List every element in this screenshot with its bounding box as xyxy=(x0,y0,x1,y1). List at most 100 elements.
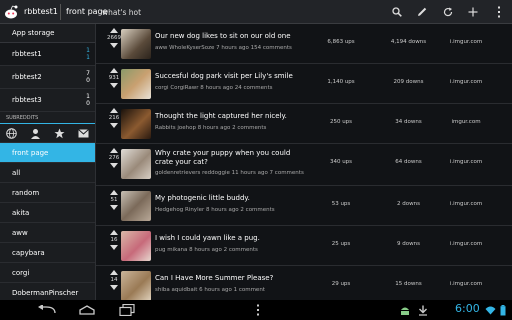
post-ups: 25 ups xyxy=(331,241,351,247)
post-downs: 2 downs xyxy=(397,201,420,207)
post-title[interactable]: Thought the light captured her nicely. xyxy=(155,112,287,120)
account-count-top: 1 xyxy=(86,93,90,100)
downvote-arrow-icon[interactable] xyxy=(110,163,118,168)
post-feed: 2669 Our new dog likes to sit on our old… xyxy=(96,24,512,300)
subreddit-item-capybara[interactable]: capybara xyxy=(0,243,95,263)
post-thumbnail[interactable] xyxy=(121,231,151,261)
account-count-bottom: 0 xyxy=(86,100,90,107)
post-row[interactable]: 51 My photogenic little buddy. Hedgehog … xyxy=(96,186,512,226)
reddit-alien-logo-icon[interactable] xyxy=(3,4,19,20)
post-ups: 29 ups xyxy=(331,281,351,287)
compose-pencil-icon[interactable] xyxy=(414,4,430,20)
post-downs: 4,194 downs xyxy=(390,39,427,45)
post-domain: imgur.com xyxy=(451,119,481,125)
post-downs: 64 downs xyxy=(395,159,422,165)
back-icon[interactable] xyxy=(35,303,59,317)
post-row[interactable]: 2669 Our new dog likes to sit on our old… xyxy=(96,24,512,64)
post-meta: Rabbits joehop 8 hours ago 2 comments xyxy=(155,125,267,131)
account-count-bottom: 0 xyxy=(86,77,90,84)
post-row[interactable]: 16 I wish I could yawn like a pug. pug m… xyxy=(96,226,512,266)
user-profile-icon[interactable] xyxy=(30,128,41,139)
add-icon[interactable] xyxy=(465,4,481,20)
post-ups: 6,863 ups xyxy=(327,39,355,45)
post-domain: i.imgur.com xyxy=(449,79,483,85)
subreddit-item-corgi[interactable]: corgi xyxy=(0,263,95,283)
account-title[interactable]: rbbtest1 xyxy=(24,7,58,16)
account-count-top: 1 xyxy=(86,47,90,54)
account-name: rbbtest3 xyxy=(12,96,42,104)
post-meta: pug mikana 8 hours ago 2 comments xyxy=(155,247,258,253)
system-navigation-bar: 6:00 xyxy=(0,300,512,320)
vote-control: 16 xyxy=(106,230,122,250)
subreddit-item-dobermanpinscher[interactable]: DobermanPinscher xyxy=(0,283,95,300)
post-row[interactable]: 14 Can I Have More Summer Please? shiba … xyxy=(96,266,512,300)
post-downs: 209 downs xyxy=(393,79,424,85)
recent-apps-icon[interactable] xyxy=(115,303,139,317)
post-title[interactable]: Can I Have More Summer Please? xyxy=(155,274,273,282)
post-score: 14 xyxy=(110,277,118,283)
account-name: rbbtest1 xyxy=(12,50,42,58)
account-counts: 1 0 xyxy=(86,93,90,107)
subreddits-header: SUBREDDITS xyxy=(0,114,95,124)
post-domain: i.imgur.com xyxy=(449,241,483,247)
post-thumbnail[interactable] xyxy=(121,29,151,59)
post-meta: goldenretrievers reddoggie 11 hours ago … xyxy=(155,170,304,176)
menu-dots-icon[interactable] xyxy=(250,303,266,317)
account-count-bottom: 1 xyxy=(86,54,90,61)
account-row-rbbtest3[interactable]: rbbtest3 1 0 xyxy=(0,89,95,112)
downvote-arrow-icon[interactable] xyxy=(110,43,118,48)
post-ups: 53 ups xyxy=(331,201,351,207)
post-score: 276 xyxy=(108,155,120,161)
post-downs: 34 downs xyxy=(395,119,422,125)
account-counts: 7 0 xyxy=(86,70,90,84)
downvote-arrow-icon[interactable] xyxy=(110,285,118,290)
vote-control: 51 xyxy=(106,190,122,210)
post-row[interactable]: 216 Thought the light captured her nicel… xyxy=(96,104,512,144)
post-thumbnail[interactable] xyxy=(121,109,151,139)
overflow-menu-icon[interactable] xyxy=(491,4,507,20)
subreddit-item-aww[interactable]: aww xyxy=(0,223,95,243)
post-thumbnail[interactable] xyxy=(121,271,151,300)
post-meta: shiba aquidbait 6 hours ago 1 comment xyxy=(155,287,265,293)
post-thumbnail[interactable] xyxy=(121,191,151,221)
post-domain: i.imgur.com xyxy=(449,201,483,207)
vote-control: 14 xyxy=(106,270,122,290)
globe-icon[interactable] xyxy=(6,127,18,139)
sidebar: App storage rbbtest1 1 1 rbbtest2 7 0 rb… xyxy=(0,24,96,300)
post-domain: i.imgur.com xyxy=(449,159,483,165)
subreddit-item-akita[interactable]: akita xyxy=(0,203,95,223)
post-row[interactable]: 276 Why crate your puppy when you could … xyxy=(96,144,512,186)
subreddit-item-front-page[interactable]: front page xyxy=(0,143,95,163)
home-icon[interactable] xyxy=(75,303,99,317)
post-thumbnail[interactable] xyxy=(121,69,151,99)
search-icon[interactable] xyxy=(389,4,405,20)
post-title[interactable]: I wish I could yawn like a pug. xyxy=(155,234,260,242)
account-row-rbbtest2[interactable]: rbbtest2 7 0 xyxy=(0,66,95,89)
post-downs: 9 downs xyxy=(397,241,420,247)
post-title[interactable]: Why crate your puppy when you could crat… xyxy=(155,149,305,167)
star-icon[interactable] xyxy=(54,128,65,139)
actionbar-divider xyxy=(60,4,61,20)
vote-control: 2669 xyxy=(106,28,122,48)
post-title[interactable]: My photogenic little buddy. xyxy=(155,194,250,202)
vote-control: 216 xyxy=(106,108,122,128)
post-title[interactable]: Our new dog likes to sit on our old one xyxy=(155,32,291,40)
sort-subtitle[interactable]: what's hot xyxy=(102,8,141,17)
app-storage-label[interactable]: App storage xyxy=(0,24,95,43)
account-name: rbbtest2 xyxy=(12,73,42,81)
post-thumbnail[interactable] xyxy=(121,149,151,179)
account-row-rbbtest1[interactable]: rbbtest1 1 1 xyxy=(0,43,95,66)
post-title[interactable]: Succesful dog park visit per Lily's smil… xyxy=(155,72,293,80)
downvote-arrow-icon[interactable] xyxy=(110,205,118,210)
mail-icon[interactable] xyxy=(77,128,89,138)
post-ups: 340 ups xyxy=(329,159,353,165)
downvote-arrow-icon[interactable] xyxy=(110,245,118,250)
post-score: 216 xyxy=(108,115,120,121)
downvote-arrow-icon[interactable] xyxy=(110,123,118,128)
subreddit-item-all[interactable]: all xyxy=(0,163,95,183)
subreddit-item-random[interactable]: random xyxy=(0,183,95,203)
refresh-icon[interactable] xyxy=(440,4,456,20)
status-clock[interactable]: 6:00 xyxy=(455,302,480,315)
downvote-arrow-icon[interactable] xyxy=(110,83,118,88)
post-row[interactable]: 931 Succesful dog park visit per Lily's … xyxy=(96,64,512,104)
